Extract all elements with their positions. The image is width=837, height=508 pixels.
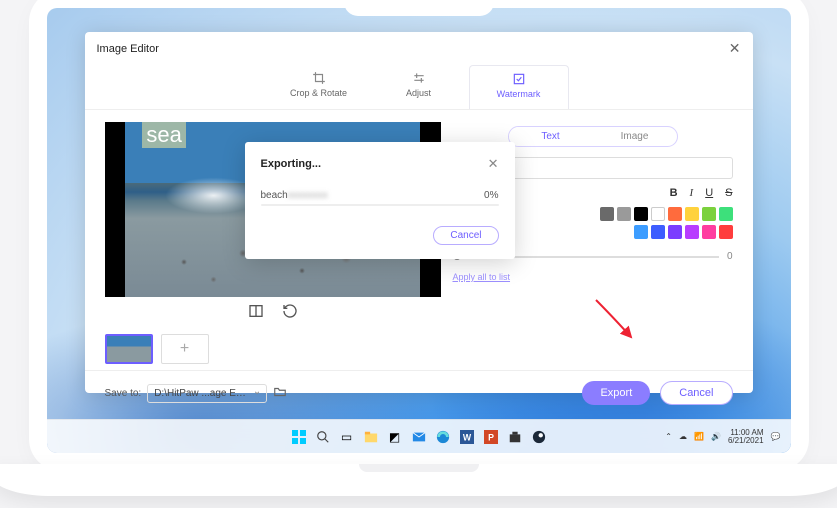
export-filename: beachxxxxxxxx [261,190,328,201]
watermark-overlay[interactable]: sea [142,122,185,148]
watermark-type-segment: Text Image [508,126,678,147]
system-tray: ⌃ ☁ 📶 🔊 11:00 AM 6/21/2021 💬 [665,429,780,445]
apply-all-link[interactable]: Apply all to list [453,272,511,282]
italic-button[interactable]: I [690,187,694,199]
color-swatch[interactable] [685,225,699,239]
tabs-row: Crop & Rotate Adjust Watermark [85,65,753,110]
color-swatch[interactable] [668,207,682,221]
reset-icon[interactable] [282,303,298,322]
watermark-icon [512,72,526,86]
thumbnail-1[interactable] [105,334,153,364]
underline-button[interactable]: U [705,187,713,199]
mail-icon[interactable] [410,428,428,446]
crop-icon [312,71,326,85]
cloud-icon[interactable]: ☁ [679,432,687,441]
color-swatch[interactable] [668,225,682,239]
export-percent: 0% [484,190,498,201]
cancel-button[interactable]: Cancel [660,381,732,405]
color-swatch[interactable] [600,207,614,221]
taskbar-center: ▭ ◩ W P [290,428,548,446]
add-image-button[interactable]: + [161,334,209,364]
edge-icon[interactable] [434,428,452,446]
preview-controls [105,297,441,328]
opacity-value: 0 [727,251,733,262]
search-icon[interactable] [314,428,332,446]
svg-text:W: W [462,432,471,442]
clock[interactable]: 11:00 AM 6/21/2021 [728,429,764,445]
tray-date: 6/21/2021 [728,437,764,445]
app1-icon[interactable]: ◩ [386,428,404,446]
taskbar: ▭ ◩ W P [47,419,791,453]
wifi-icon[interactable]: 📶 [694,432,704,441]
taskview-icon[interactable]: ▭ [338,428,356,446]
color-swatch[interactable] [634,207,648,221]
export-modal: Exporting... ✕ beachxxxxxxxx 0% Cancel [245,142,515,259]
modal-close-icon[interactable]: ✕ [488,156,499,172]
color-swatch[interactable] [685,207,699,221]
desktop-screen: Image Editor ✕ Crop & Rotate Adjust [47,8,791,453]
folder-icon[interactable] [273,385,287,402]
color-swatch[interactable] [702,207,716,221]
adjust-icon [412,71,426,85]
color-swatch[interactable] [617,207,631,221]
laptop-notch [344,0,494,16]
tab-crop-rotate[interactable]: Crop & Rotate [269,65,369,110]
save-group: Save to: D:\HitPaw ...age Editor [105,384,288,403]
word-icon[interactable]: W [458,428,476,446]
svg-text:P: P [488,432,494,442]
color-swatch[interactable] [651,225,665,239]
tab-crop-label: Crop & Rotate [290,88,347,98]
footer: Save to: D:\HitPaw ...age Editor Export … [85,370,753,415]
window-title: Image Editor [97,43,159,55]
laptop-frame: Image Editor ✕ Crop & Rotate Adjust [39,0,799,461]
notifications-icon[interactable]: 💬 [771,432,781,441]
close-icon[interactable]: ✕ [729,40,741,57]
color-swatch[interactable] [719,225,733,239]
modal-title: Exporting... [261,158,322,170]
tab-watermark[interactable]: Watermark [469,65,569,110]
steam-icon[interactable] [530,428,548,446]
modal-cancel-button[interactable]: Cancel [433,226,498,245]
color-swatch[interactable] [634,225,648,239]
thumbnails-row: + [85,328,753,370]
strike-button[interactable]: S [725,187,732,199]
bold-button[interactable]: B [670,187,678,199]
action-buttons: Export Cancel [582,381,732,405]
app-window: Image Editor ✕ Crop & Rotate Adjust [85,32,753,393]
volume-icon[interactable]: 🔊 [711,432,721,441]
explorer-icon[interactable] [362,428,380,446]
progress-bar [261,204,499,206]
color-swatch[interactable] [702,225,716,239]
save-path-dropdown[interactable]: D:\HitPaw ...age Editor [147,384,267,403]
start-icon[interactable] [290,428,308,446]
save-to-label: Save to: [105,388,142,399]
seg-text[interactable]: Text [509,127,593,146]
compare-icon[interactable] [248,303,264,322]
color-swatch[interactable] [719,207,733,221]
color-swatch[interactable] [651,207,665,221]
seg-image[interactable]: Image [593,127,677,146]
titlebar: Image Editor ✕ [85,32,753,65]
tab-adjust-label: Adjust [406,88,431,98]
laptop-base [0,464,837,496]
powerpoint-icon[interactable]: P [482,428,500,446]
progress-row: beachxxxxxxxx 0% [261,190,499,201]
export-button[interactable]: Export [582,381,650,405]
chevron-up-icon[interactable]: ⌃ [665,432,672,441]
tab-adjust[interactable]: Adjust [369,65,469,110]
tab-watermark-label: Watermark [497,89,541,99]
store-icon[interactable] [506,428,524,446]
